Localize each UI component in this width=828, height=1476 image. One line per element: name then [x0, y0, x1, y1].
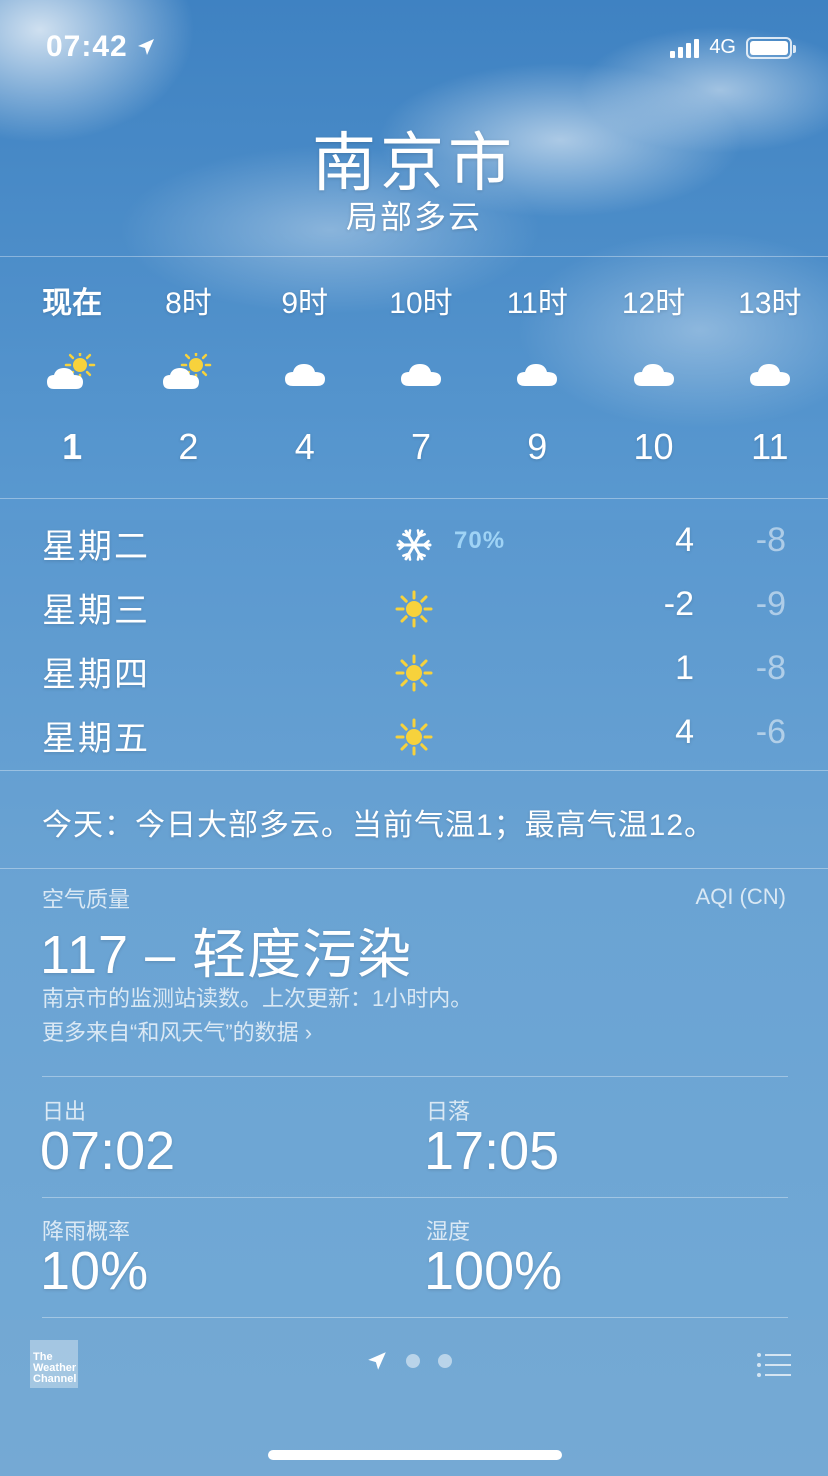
low-temperature: -6	[755, 713, 786, 751]
weather-channel-logo[interactable]: The Weather Channel	[30, 1340, 78, 1388]
high-temperature: 4	[675, 521, 694, 559]
hour-temperature: 7	[410, 426, 431, 467]
aqi-note: 南京市的监测站读数。上次更新：1小时内。	[42, 986, 473, 1011]
hour-column: 现在 1	[14, 278, 130, 478]
current-condition: 局部多云	[345, 199, 482, 235]
hour-temperature: 4	[294, 426, 315, 467]
day-name: 星期三	[42, 592, 150, 630]
divider	[0, 770, 828, 771]
sunset-value: 17:05	[424, 1121, 560, 1181]
hour-temperature: 10	[633, 426, 674, 467]
status-time: 07:42	[46, 30, 156, 64]
divider	[42, 1197, 788, 1198]
hourly-forecast[interactable]: 现在 1 8时 2 9时 4 10时 7 11时 9 12时 10 13时 11	[14, 278, 828, 478]
partly-sunny-icon	[130, 348, 246, 398]
hour-temperature: 2	[178, 426, 199, 467]
hour-label: 现在	[42, 287, 103, 320]
home-indicator[interactable]	[268, 1450, 562, 1460]
hour-label: 11时	[506, 287, 568, 320]
page-dot[interactable]	[438, 1354, 452, 1368]
hour-label: 12时	[621, 287, 686, 320]
sunrise-value: 07:02	[40, 1121, 176, 1181]
cloud-icon	[595, 348, 711, 398]
low-temperature: -8	[755, 649, 786, 687]
aqi-source-link[interactable]: 更多来自“和风天气”的数据 ›	[42, 1015, 312, 1047]
high-temperature: 4	[675, 713, 694, 751]
hour-column: 12时 10	[595, 278, 711, 478]
aqi-index-name: AQI (CN)	[695, 884, 786, 909]
high-temperature: 1	[675, 649, 694, 687]
hour-column: 10时 7	[363, 278, 479, 478]
sun-icon	[392, 715, 436, 759]
city-name: 南京市	[312, 127, 516, 199]
hour-temperature: 9	[527, 426, 548, 467]
page-dot[interactable]	[406, 1354, 420, 1368]
location-arrow-icon	[368, 1352, 386, 1370]
cloud-icon	[479, 348, 595, 398]
divider	[42, 1076, 788, 1077]
day-row: 星期三 -2 -9	[0, 575, 828, 639]
hour-column: 11时 9	[479, 278, 595, 478]
day-name: 星期二	[42, 528, 150, 566]
cloud-icon	[247, 348, 363, 398]
location-arrow-icon	[137, 39, 154, 55]
divider	[42, 1317, 788, 1318]
humidity-value: 100%	[424, 1241, 563, 1301]
aqi-value: 117 – 轻度污染	[40, 925, 413, 985]
precip-probability: 70%	[454, 527, 506, 554]
day-row: 星期五 4 -6	[0, 703, 828, 767]
divider	[0, 256, 828, 257]
hour-temperature: 11	[751, 426, 789, 467]
battery-icon	[746, 36, 796, 59]
cloud-icon	[363, 348, 479, 398]
today-summary: 今天：今日大部多云。当前气温1；最高气温12。	[42, 809, 716, 842]
page-indicator[interactable]	[366, 1350, 452, 1372]
city-list-icon[interactable]	[756, 1352, 792, 1378]
hour-label: 13时	[738, 287, 802, 320]
hour-label: 8时	[165, 287, 212, 320]
chevron-right-icon: ›	[298, 1020, 313, 1045]
rain-chance-value: 10%	[40, 1241, 149, 1301]
low-temperature: -8	[755, 521, 786, 559]
weather-channel-logo-text: The Weather Channel	[33, 1351, 77, 1385]
high-temperature: -2	[663, 585, 694, 623]
sun-icon	[392, 587, 436, 631]
day-name: 星期四	[42, 656, 150, 694]
low-temperature: -9	[755, 585, 786, 623]
day-name: 星期五	[42, 720, 150, 758]
divider	[0, 868, 828, 869]
snowflake-icon	[392, 523, 436, 567]
hour-column: 8时 2	[130, 278, 246, 478]
status-indicators: 4G	[670, 36, 796, 59]
hour-column: 13时 11	[712, 278, 828, 478]
hour-column: 9时 4	[247, 278, 363, 478]
hour-temperature: 1	[62, 426, 83, 467]
divider	[0, 498, 828, 499]
signal-icon	[670, 38, 700, 58]
partly-sunny-icon	[14, 348, 130, 398]
day-row: 星期四 1 -8	[0, 639, 828, 703]
cloud-icon	[712, 348, 828, 398]
hour-label: 9时	[281, 287, 329, 320]
day-row: 星期二 70% 4 -8	[0, 511, 828, 575]
network-type: 4G	[709, 36, 736, 58]
hour-label: 10时	[389, 287, 453, 320]
sun-icon	[392, 651, 436, 695]
aqi-source-link-label: 更多来自“和风天气”的数据	[42, 1020, 299, 1045]
